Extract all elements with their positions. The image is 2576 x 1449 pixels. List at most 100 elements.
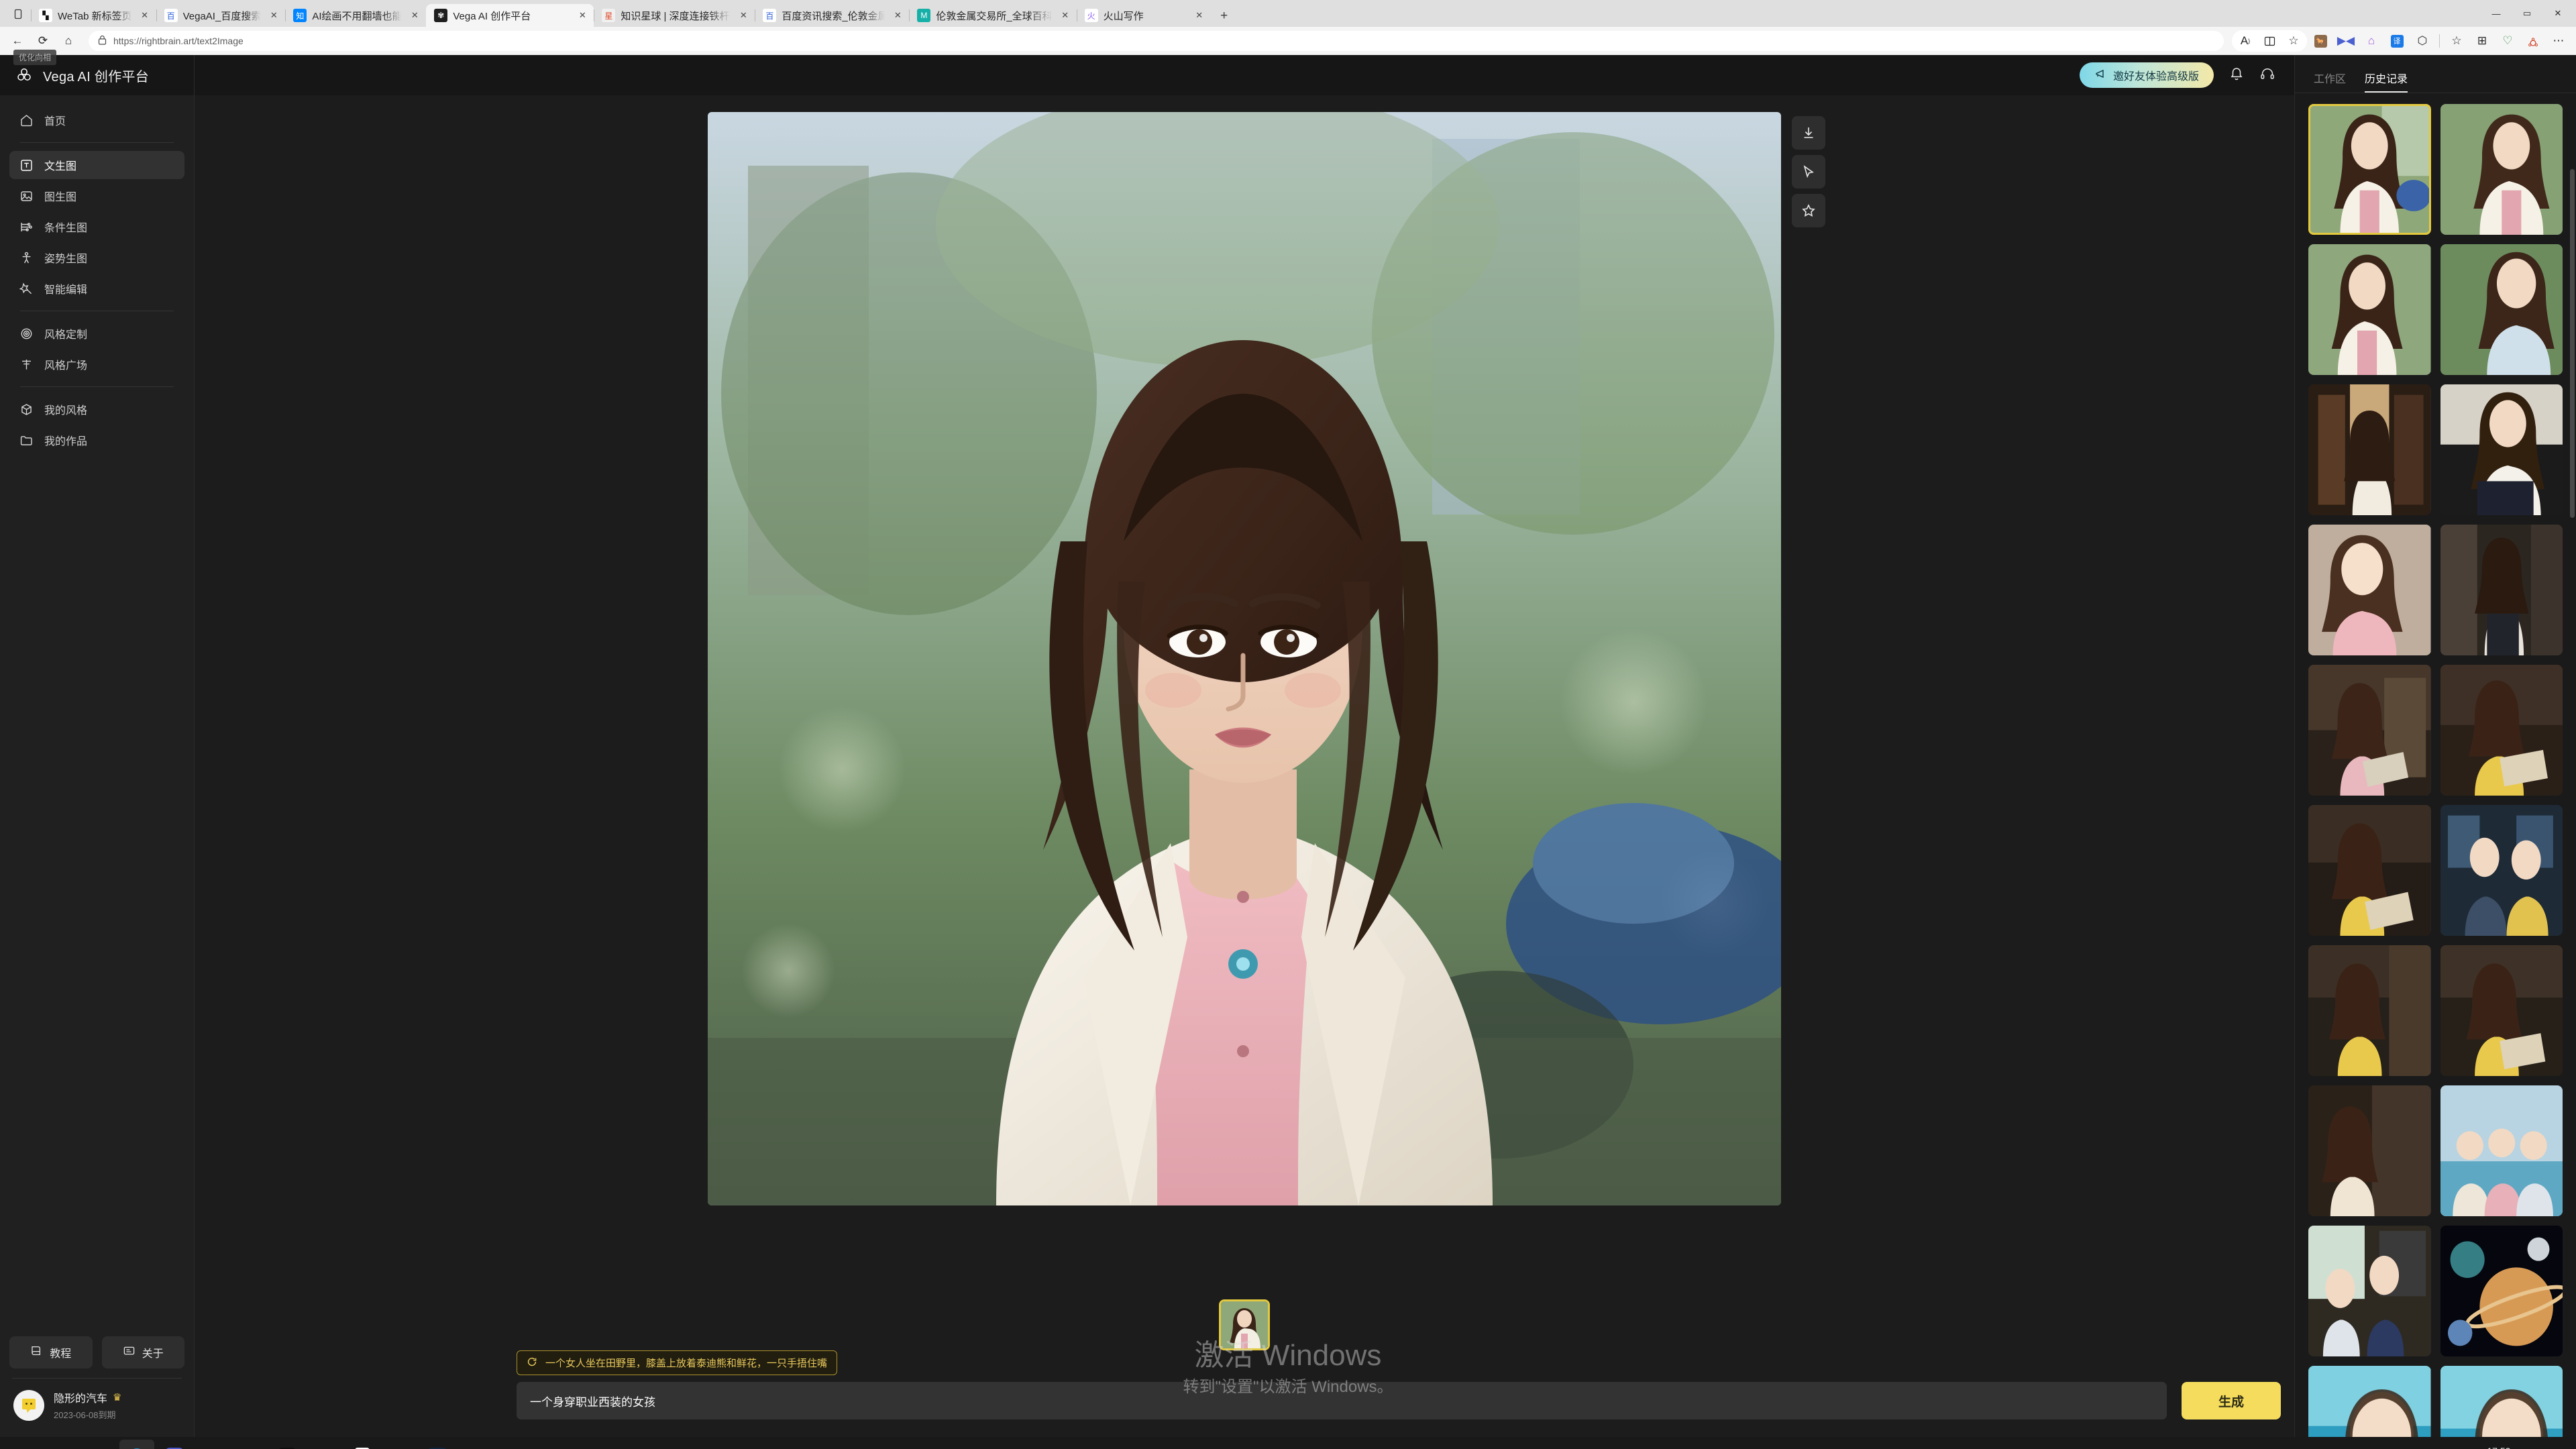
- bell-icon[interactable]: [2229, 66, 2245, 85]
- browser-tab[interactable]: ▚ WeTab 新标签页 ✕: [31, 4, 156, 27]
- tab-search-icon[interactable]: [5, 1, 31, 27]
- clock[interactable]: 17:53 2023/6/5: [2481, 1446, 2518, 1449]
- collections-icon[interactable]: ⊞: [2470, 30, 2494, 52]
- browser-tab[interactable]: 百 百度资讯搜索_伦敦金属交易所今 ✕: [755, 4, 909, 27]
- powerpoint-app[interactable]: P: [157, 1440, 192, 1449]
- photoshop-app[interactable]: Ps: [420, 1440, 455, 1449]
- close-window-button[interactable]: ✕: [2542, 0, 2573, 27]
- generated-image[interactable]: [708, 112, 1781, 1205]
- user-profile[interactable]: 隐形的汽车 ♛ 2023-06-08到期: [9, 1389, 184, 1428]
- tutorial-button[interactable]: 教程: [9, 1336, 93, 1368]
- microsoft-store[interactable]: [195, 1440, 229, 1449]
- wps-app[interactable]: W: [533, 1440, 568, 1449]
- history-thumb[interactable]: [2440, 103, 2563, 235]
- browser-tab-active[interactable]: ✾ Vega AI 创作平台 ✕: [426, 4, 594, 27]
- prompt-suggestion[interactable]: 一个女人坐在田野里，膝盖上放着泰迪熊和鲜花，一只手捂住嘴: [517, 1350, 838, 1375]
- history-thumb[interactable]: [2440, 1225, 2563, 1356]
- history-thumb[interactable]: [2308, 945, 2431, 1076]
- tab-close-icon[interactable]: ✕: [407, 8, 422, 23]
- tab-close-icon[interactable]: ✕: [138, 8, 152, 23]
- tab-close-icon[interactable]: ✕: [736, 8, 751, 23]
- new-tab-button[interactable]: +: [1214, 5, 1235, 27]
- extension-volcano-icon[interactable]: ⌂: [2359, 30, 2383, 52]
- file-explorer[interactable]: [82, 1440, 117, 1449]
- history-thumb[interactable]: [2440, 244, 2563, 375]
- hourglass-app[interactable]: ⧗: [270, 1440, 305, 1449]
- tab-workspace[interactable]: 工作区: [2314, 70, 2346, 93]
- extension-shape-icon[interactable]: ⬡: [2410, 30, 2434, 52]
- history-thumb[interactable]: [2308, 1225, 2431, 1356]
- sidebar-item-condition[interactable]: 条件生图: [9, 213, 184, 241]
- prompt-input[interactable]: 一个身穿职业西装的女孩: [517, 1382, 2167, 1419]
- history-thumb[interactable]: [2308, 1365, 2431, 1437]
- edit-button[interactable]: [1792, 155, 1825, 189]
- read-aloud-icon[interactable]: A): [2233, 30, 2257, 52]
- mindmaster-app[interactable]: M: [345, 1440, 380, 1449]
- sidebar-item-smart-edit[interactable]: 智能编辑: [9, 274, 184, 303]
- sidebar-item-home[interactable]: 首页: [9, 106, 184, 134]
- add-favorite-icon[interactable]: ☆: [2282, 30, 2306, 52]
- tab-close-icon[interactable]: ✕: [890, 8, 905, 23]
- history-thumb[interactable]: [2440, 945, 2563, 1076]
- invite-button[interactable]: 邀好友体验高级版: [2079, 62, 2214, 88]
- maximize-button[interactable]: ▭: [2512, 0, 2542, 27]
- sidebar-item-pose[interactable]: 姿势生图: [9, 244, 184, 272]
- tab-close-icon[interactable]: ✕: [1192, 8, 1207, 23]
- extension-health-icon[interactable]: ♡: [2496, 30, 2520, 52]
- headset-icon[interactable]: [2259, 66, 2275, 85]
- sidebar-item-image-to-image[interactable]: 图生图: [9, 182, 184, 210]
- douyin-app[interactable]: [382, 1440, 417, 1449]
- firefox-app[interactable]: [495, 1440, 530, 1449]
- extension-collapse-icon[interactable]: ▶◀: [2334, 30, 2358, 52]
- tab-close-icon[interactable]: ✕: [1058, 8, 1073, 23]
- start-button[interactable]: [7, 1440, 42, 1449]
- extension-translate-icon[interactable]: 译: [2385, 30, 2409, 52]
- sidebar-item-style-custom[interactable]: 风格定制: [9, 319, 184, 347]
- split-screen-icon[interactable]: [2257, 30, 2282, 52]
- history-thumb[interactable]: [2308, 524, 2431, 655]
- history-thumb[interactable]: [2308, 103, 2431, 235]
- generate-button[interactable]: 生成: [2182, 1382, 2281, 1419]
- download-button[interactable]: [1792, 116, 1825, 150]
- history-thumb[interactable]: [2440, 1085, 2563, 1216]
- extension-horse-icon[interactable]: 🐎: [2308, 30, 2332, 52]
- favorites-icon[interactable]: ☆: [2445, 30, 2469, 52]
- sidebar-item-my-style[interactable]: 我的风格: [9, 395, 184, 423]
- microsoft-edge[interactable]: [119, 1440, 154, 1449]
- sidebar-item-my-works[interactable]: 我的作品: [9, 426, 184, 454]
- sidebar-item-text-to-image[interactable]: 文生图: [9, 151, 184, 179]
- tab-close-icon[interactable]: ✕: [575, 8, 590, 23]
- sidebar-item-style-plaza[interactable]: 风格广场: [9, 350, 184, 378]
- history-thumb[interactable]: [2308, 384, 2431, 515]
- back-icon[interactable]: ←: [5, 30, 30, 52]
- browser-tab[interactable]: 火 火山写作 ✕: [1076, 4, 1211, 27]
- history-thumb[interactable]: [2440, 384, 2563, 515]
- history-thumb[interactable]: [2440, 1365, 2563, 1437]
- home-icon[interactable]: ⌂: [56, 30, 80, 52]
- history-thumb[interactable]: [2308, 804, 2431, 936]
- history-thumb[interactable]: [2308, 244, 2431, 375]
- browser-tab[interactable]: M 伦敦金属交易所_全球百科 ✕: [909, 4, 1076, 27]
- extension-person-icon[interactable]: 🜛: [2521, 30, 2545, 52]
- history-thumb[interactable]: [2440, 804, 2563, 936]
- wechat-app[interactable]: [307, 1440, 342, 1449]
- about-button[interactable]: 关于: [101, 1336, 184, 1368]
- address-bar[interactable]: https://rightbrain.art/text2Image: [89, 31, 2224, 51]
- browser-app[interactable]: [458, 1440, 492, 1449]
- filmstrip-thumb-selected[interactable]: [1219, 1299, 1270, 1350]
- vega-app[interactable]: [232, 1440, 267, 1449]
- history-thumb[interactable]: [2308, 664, 2431, 796]
- refresh-icon[interactable]: [527, 1356, 537, 1370]
- minimize-button[interactable]: —: [2481, 0, 2512, 27]
- favorite-button[interactable]: [1792, 194, 1825, 227]
- tab-history[interactable]: 历史记录: [2365, 70, 2408, 93]
- browser-tab[interactable]: 星 知识星球 | 深度连接铁杆粉丝，打 ✕: [594, 4, 755, 27]
- history-thumb[interactable]: [2440, 664, 2563, 796]
- tab-close-icon[interactable]: ✕: [266, 8, 281, 23]
- history-thumb[interactable]: [2308, 1085, 2431, 1216]
- search-button[interactable]: ☷: [44, 1440, 79, 1449]
- history-scrollbar[interactable]: [2570, 169, 2575, 518]
- settings-more-icon[interactable]: ⋯: [2546, 30, 2571, 52]
- refresh-icon[interactable]: ⟳: [31, 30, 55, 52]
- browser-tab[interactable]: 百 VegaAI_百度搜索 ✕: [156, 4, 286, 27]
